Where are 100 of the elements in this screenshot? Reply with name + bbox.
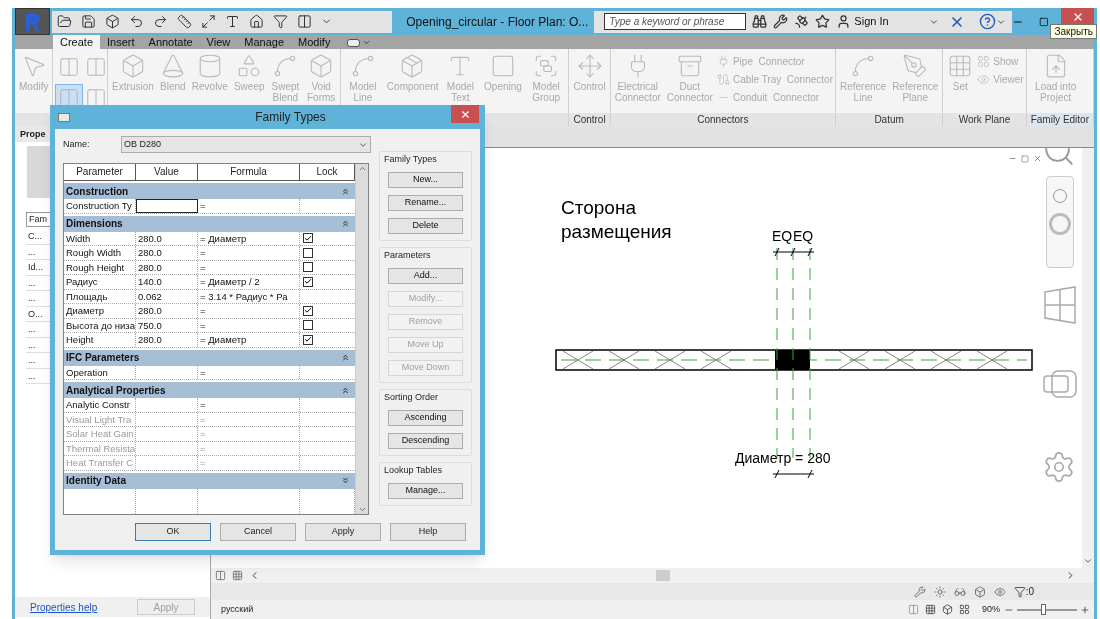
four-pane-icon[interactable] [1043, 286, 1077, 324]
dialog-button[interactable]: Delete [388, 218, 463, 234]
footer-button[interactable]: Cancel [220, 523, 296, 541]
value-cell[interactable]: 280.0 [136, 246, 198, 260]
collapse-icon[interactable] [341, 186, 350, 196]
ribbon-tab[interactable]: Annotate [141, 35, 200, 49]
group-header[interactable]: Identity Data [64, 472, 355, 489]
column-header[interactable]: Formula [198, 164, 300, 180]
dialog-button[interactable]: Descending [388, 433, 463, 449]
dialog-button[interactable]: Add... [388, 268, 463, 284]
ribbon-tab[interactable]: View [199, 35, 238, 49]
glasses-icon[interactable] [953, 585, 966, 598]
lock-checkbox[interactable] [303, 233, 313, 244]
settings-icon[interactable] [1042, 450, 1076, 484]
wrench-icon[interactable] [773, 14, 789, 29]
formula-cell[interactable]: = [198, 398, 300, 412]
house-icon[interactable] [249, 14, 265, 29]
value-cell[interactable]: 140.0 [136, 275, 198, 289]
value-cell[interactable]: 750.0 [136, 318, 198, 332]
formula-cell[interactable]: = Диаметр / 2 [198, 275, 300, 289]
save-icon[interactable] [81, 14, 97, 29]
ribbon-tab[interactable]: Create [53, 35, 101, 49]
group-header[interactable]: Dimensions [64, 215, 355, 232]
view-icon[interactable] [908, 604, 919, 615]
scroll-down-icon[interactable] [357, 505, 367, 514]
value-cell[interactable]: 280.0 [136, 304, 198, 318]
star-icon[interactable] [815, 14, 831, 29]
formula-cell[interactable]: = [198, 246, 300, 260]
lock-checkbox[interactable] [303, 334, 313, 345]
formula-cell[interactable]: = Диаметр [198, 333, 300, 347]
lock-checkbox[interactable] [303, 305, 313, 316]
app-menu-button[interactable] [15, 8, 51, 35]
horizontal-scrollbar[interactable] [211, 568, 1094, 583]
lock-checkbox[interactable] [303, 262, 313, 273]
search-field[interactable]: Type a keyword or phrase [604, 13, 747, 30]
group-header[interactable]: Construction [64, 183, 355, 199]
view-icon[interactable] [215, 570, 226, 581]
vertical-scrollbar[interactable] [355, 164, 368, 514]
lock-checkbox[interactable] [303, 247, 313, 258]
formula-cell[interactable]: = [198, 199, 300, 213]
grid-icon[interactable] [925, 604, 936, 615]
formula-cell[interactable]: = [198, 318, 300, 332]
dialog-button[interactable]: Rename... [388, 195, 463, 211]
sign-in-button[interactable]: Sign In [854, 13, 889, 30]
maximize-icon[interactable] [1039, 16, 1049, 27]
dialog-button[interactable]: New... [388, 172, 463, 188]
diagonal-arrow-icon[interactable] [201, 14, 217, 29]
zoom-in-icon[interactable] [1080, 604, 1090, 615]
satellite-icon[interactable] [794, 14, 810, 29]
column-header[interactable]: Parameter [64, 164, 136, 180]
help-icon[interactable] [978, 13, 996, 30]
sun-icon[interactable] [933, 585, 946, 598]
dialog-button[interactable]: Manage... [388, 483, 463, 499]
ribbon-tab[interactable]: Insert [100, 35, 142, 49]
user-icon[interactable] [836, 14, 852, 29]
formula-cell[interactable]: = [198, 365, 300, 379]
ruler-icon[interactable] [177, 14, 193, 29]
scroll-thumb[interactable] [655, 570, 670, 581]
group-header[interactable]: IFC Parameters [64, 349, 355, 366]
dialog-button[interactable]: Ascending [388, 410, 463, 426]
value-cell[interactable]: 0.062 [136, 289, 198, 303]
panels-icon[interactable] [297, 14, 313, 29]
ribbon-tab[interactable]: Manage [237, 35, 291, 49]
cube-icon[interactable] [105, 14, 121, 29]
collapse-icon[interactable] [341, 476, 350, 485]
overlapping-rectangles-icon[interactable] [1043, 370, 1077, 398]
value-cell[interactable]: 280.0 [136, 260, 198, 274]
panel-toggle-button[interactable] [347, 36, 372, 49]
ribbon-tab[interactable]: Modify [291, 35, 338, 49]
view-icon[interactable] [232, 570, 243, 581]
formula-cell[interactable]: = Диаметр [198, 231, 300, 245]
grid-icon[interactable] [959, 604, 970, 615]
name-dropdown[interactable]: OB D280 [121, 136, 371, 153]
column-header[interactable]: Value [136, 164, 198, 180]
cube-icon[interactable] [942, 604, 953, 615]
collapse-icon[interactable] [341, 219, 350, 228]
binoculars-icon[interactable] [752, 14, 768, 29]
scroll-down-icon[interactable] [1083, 556, 1093, 566]
vertical-scrollbar[interactable] [1082, 148, 1094, 568]
collapse-icon[interactable] [341, 385, 350, 395]
group-header[interactable]: Analytical Properties [64, 382, 355, 398]
filter-icon[interactable] [1013, 585, 1026, 598]
close-button[interactable] [451, 105, 479, 123]
footer-button[interactable]: OK [135, 523, 211, 541]
footer-button[interactable]: Apply [305, 523, 381, 541]
collapse-icon[interactable] [341, 353, 350, 362]
value-field[interactable] [136, 199, 198, 213]
funnel-icon[interactable] [273, 14, 289, 29]
value-cell[interactable]: 280.0 [136, 333, 198, 347]
close-icon[interactable] [1033, 154, 1042, 163]
eye-icon[interactable] [993, 585, 1006, 598]
properties-help-link[interactable]: Properties help [30, 599, 98, 615]
formula-cell[interactable]: = [198, 260, 300, 274]
slider-thumb[interactable] [1041, 603, 1046, 615]
folder-icon[interactable] [57, 14, 73, 29]
redo-icon[interactable] [153, 14, 169, 29]
footer-button[interactable]: Help [390, 523, 466, 541]
undo-icon[interactable] [129, 14, 145, 29]
formula-cell[interactable]: = 3.14 * Радиус * Ра [198, 289, 300, 303]
formula-cell[interactable]: = [198, 304, 300, 318]
